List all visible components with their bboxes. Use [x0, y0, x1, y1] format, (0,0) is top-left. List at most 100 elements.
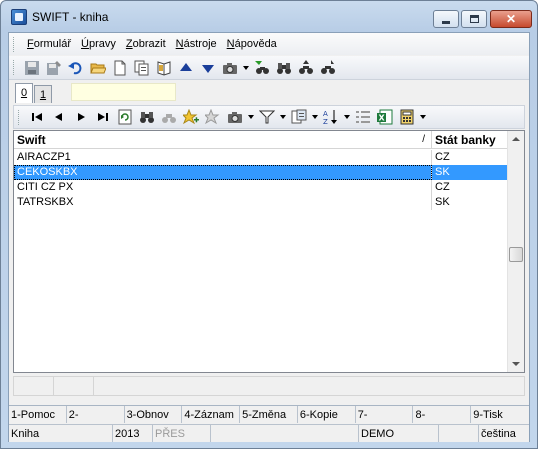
bookmark-remove-button[interactable] — [203, 107, 223, 127]
table-row[interactable]: AIRACZP1 CZ — [14, 150, 508, 165]
cell-stat-banky: SK — [435, 196, 450, 208]
table-row-selected[interactable]: CEKOSKBX SK — [14, 165, 508, 180]
app-window: SWIFT - kniha ✕ Formulář Úpravy Zobrazit… — [0, 0, 538, 449]
minimize-button[interactable] — [433, 10, 459, 28]
prev-record-icon — [55, 113, 62, 121]
grid-find-disabled-button[interactable] — [159, 107, 179, 127]
open-button[interactable] — [88, 58, 108, 78]
columns-dropdown[interactable] — [311, 107, 319, 127]
bookmark-add-icon — [183, 109, 199, 125]
tab-0[interactable]: 0 — [15, 83, 33, 103]
binoculars-next-icon — [321, 59, 335, 74]
menu-nastroje[interactable]: Nástroje — [171, 38, 222, 50]
last-record-button[interactable] — [93, 107, 113, 127]
maximize-icon — [469, 15, 479, 23]
tab-1[interactable]: 1 — [34, 85, 52, 103]
copy-icon — [134, 60, 149, 75]
status-empty-2 — [439, 425, 479, 442]
prev-record-button[interactable] — [49, 107, 69, 127]
fkey-4-record[interactable]: 4-Záznam — [182, 406, 241, 423]
filter-button[interactable] — [257, 107, 277, 127]
grid-camera-dropdown[interactable] — [247, 107, 255, 127]
menu-zobrazit[interactable]: Zobrazit — [121, 38, 171, 50]
fkey-2[interactable]: 2- — [67, 406, 125, 423]
new-document-icon — [114, 60, 126, 75]
client-area: Formulář Úpravy Zobrazit Nástroje Nápově… — [8, 32, 530, 442]
grid-footer — [13, 376, 525, 396]
sort-az-icon: AZ — [323, 110, 337, 125]
binoculars-icon — [277, 62, 291, 74]
page-tabs: 0 1 — [15, 83, 53, 103]
svg-text:X: X — [379, 114, 386, 123]
scroll-down-icon[interactable] — [512, 362, 520, 366]
vertical-scrollbar[interactable] — [507, 131, 524, 372]
grid-camera-button[interactable] — [225, 107, 245, 127]
status-database: DEMO — [359, 425, 439, 442]
move-up-button[interactable] — [176, 58, 196, 78]
menu-grip[interactable] — [13, 36, 16, 52]
filter-find-button[interactable] — [252, 58, 272, 78]
sort-dropdown[interactable] — [343, 107, 351, 127]
last-record-icon — [98, 113, 108, 121]
book-icon — [157, 60, 171, 76]
scroll-up-icon[interactable] — [512, 137, 520, 141]
svg-text:Z: Z — [323, 118, 328, 125]
new-button[interactable] — [110, 58, 130, 78]
grid-toolbar-grip[interactable] — [18, 109, 21, 125]
columns-button[interactable] — [289, 107, 309, 127]
bookmark-remove-icon — [205, 109, 220, 125]
maximize-button[interactable] — [461, 10, 487, 28]
toolbar-grip[interactable] — [13, 60, 16, 75]
copy-button[interactable] — [132, 58, 152, 78]
menu-napoveda[interactable]: Nápověda — [222, 38, 282, 50]
next-record-button[interactable] — [71, 107, 91, 127]
find-next-button[interactable] — [318, 58, 338, 78]
refresh-icon — [118, 109, 132, 125]
grid-find-button[interactable] — [137, 107, 157, 127]
move-down-button[interactable] — [198, 58, 218, 78]
window-title: SWIFT - kniha — [32, 10, 109, 24]
camera-button[interactable] — [220, 58, 240, 78]
table-row[interactable]: TATRSKBX SK — [14, 195, 508, 210]
title-bar[interactable]: SWIFT - kniha ✕ — [1, 1, 537, 31]
arrow-down-icon — [202, 64, 214, 73]
grid-toolbar: AZ X — [13, 105, 525, 129]
cell-swift: AIRACZP1 — [14, 150, 432, 165]
save-button[interactable] — [22, 58, 42, 78]
first-record-button[interactable] — [27, 107, 47, 127]
calculator-button[interactable] — [397, 107, 417, 127]
app-icon[interactable] — [11, 9, 27, 25]
fkey-8[interactable]: 8- — [413, 406, 472, 423]
cell-swift: CITI CZ PX — [14, 180, 432, 195]
table-row[interactable]: CITI CZ PX CZ — [14, 180, 508, 195]
column-header-swift[interactable]: Swift / — [14, 131, 432, 149]
bookmark-add-button[interactable] — [181, 107, 201, 127]
fkey-3-refresh[interactable]: 3-Obnov — [125, 406, 183, 423]
status-empty — [211, 425, 359, 442]
book-button[interactable] — [154, 58, 174, 78]
filter-dropdown[interactable] — [279, 107, 287, 127]
find-prev-button[interactable] — [296, 58, 316, 78]
undo-button[interactable] — [66, 58, 86, 78]
fkey-7[interactable]: 7- — [356, 406, 414, 423]
fkey-5-change[interactable]: 5-Změna — [240, 406, 298, 423]
camera-dropdown[interactable] — [242, 58, 250, 78]
close-button[interactable]: ✕ — [490, 10, 532, 28]
calculator-dropdown[interactable] — [419, 107, 427, 127]
find-button[interactable] — [274, 58, 294, 78]
menu-formular[interactable]: Formulář — [22, 38, 76, 50]
sort-indicator: / — [422, 134, 425, 145]
fkey-9-print[interactable]: 9-Tisk — [471, 406, 529, 423]
fkey-6-copy[interactable]: 6-Kopie — [298, 406, 356, 423]
save-as-button[interactable] — [44, 58, 64, 78]
sort-button[interactable]: AZ — [321, 107, 341, 127]
excel-button[interactable]: X — [375, 107, 395, 127]
camera-icon — [228, 112, 242, 123]
list-button[interactable] — [353, 107, 373, 127]
binoculars-icon — [140, 112, 154, 123]
scroll-thumb[interactable] — [509, 247, 523, 262]
menu-upravy[interactable]: Úpravy — [76, 38, 121, 50]
refresh-button[interactable] — [115, 107, 135, 127]
fkey-1-help[interactable]: 1-Pomoc — [9, 406, 67, 423]
column-header-stat-banky[interactable]: Stát banky — [432, 131, 508, 149]
